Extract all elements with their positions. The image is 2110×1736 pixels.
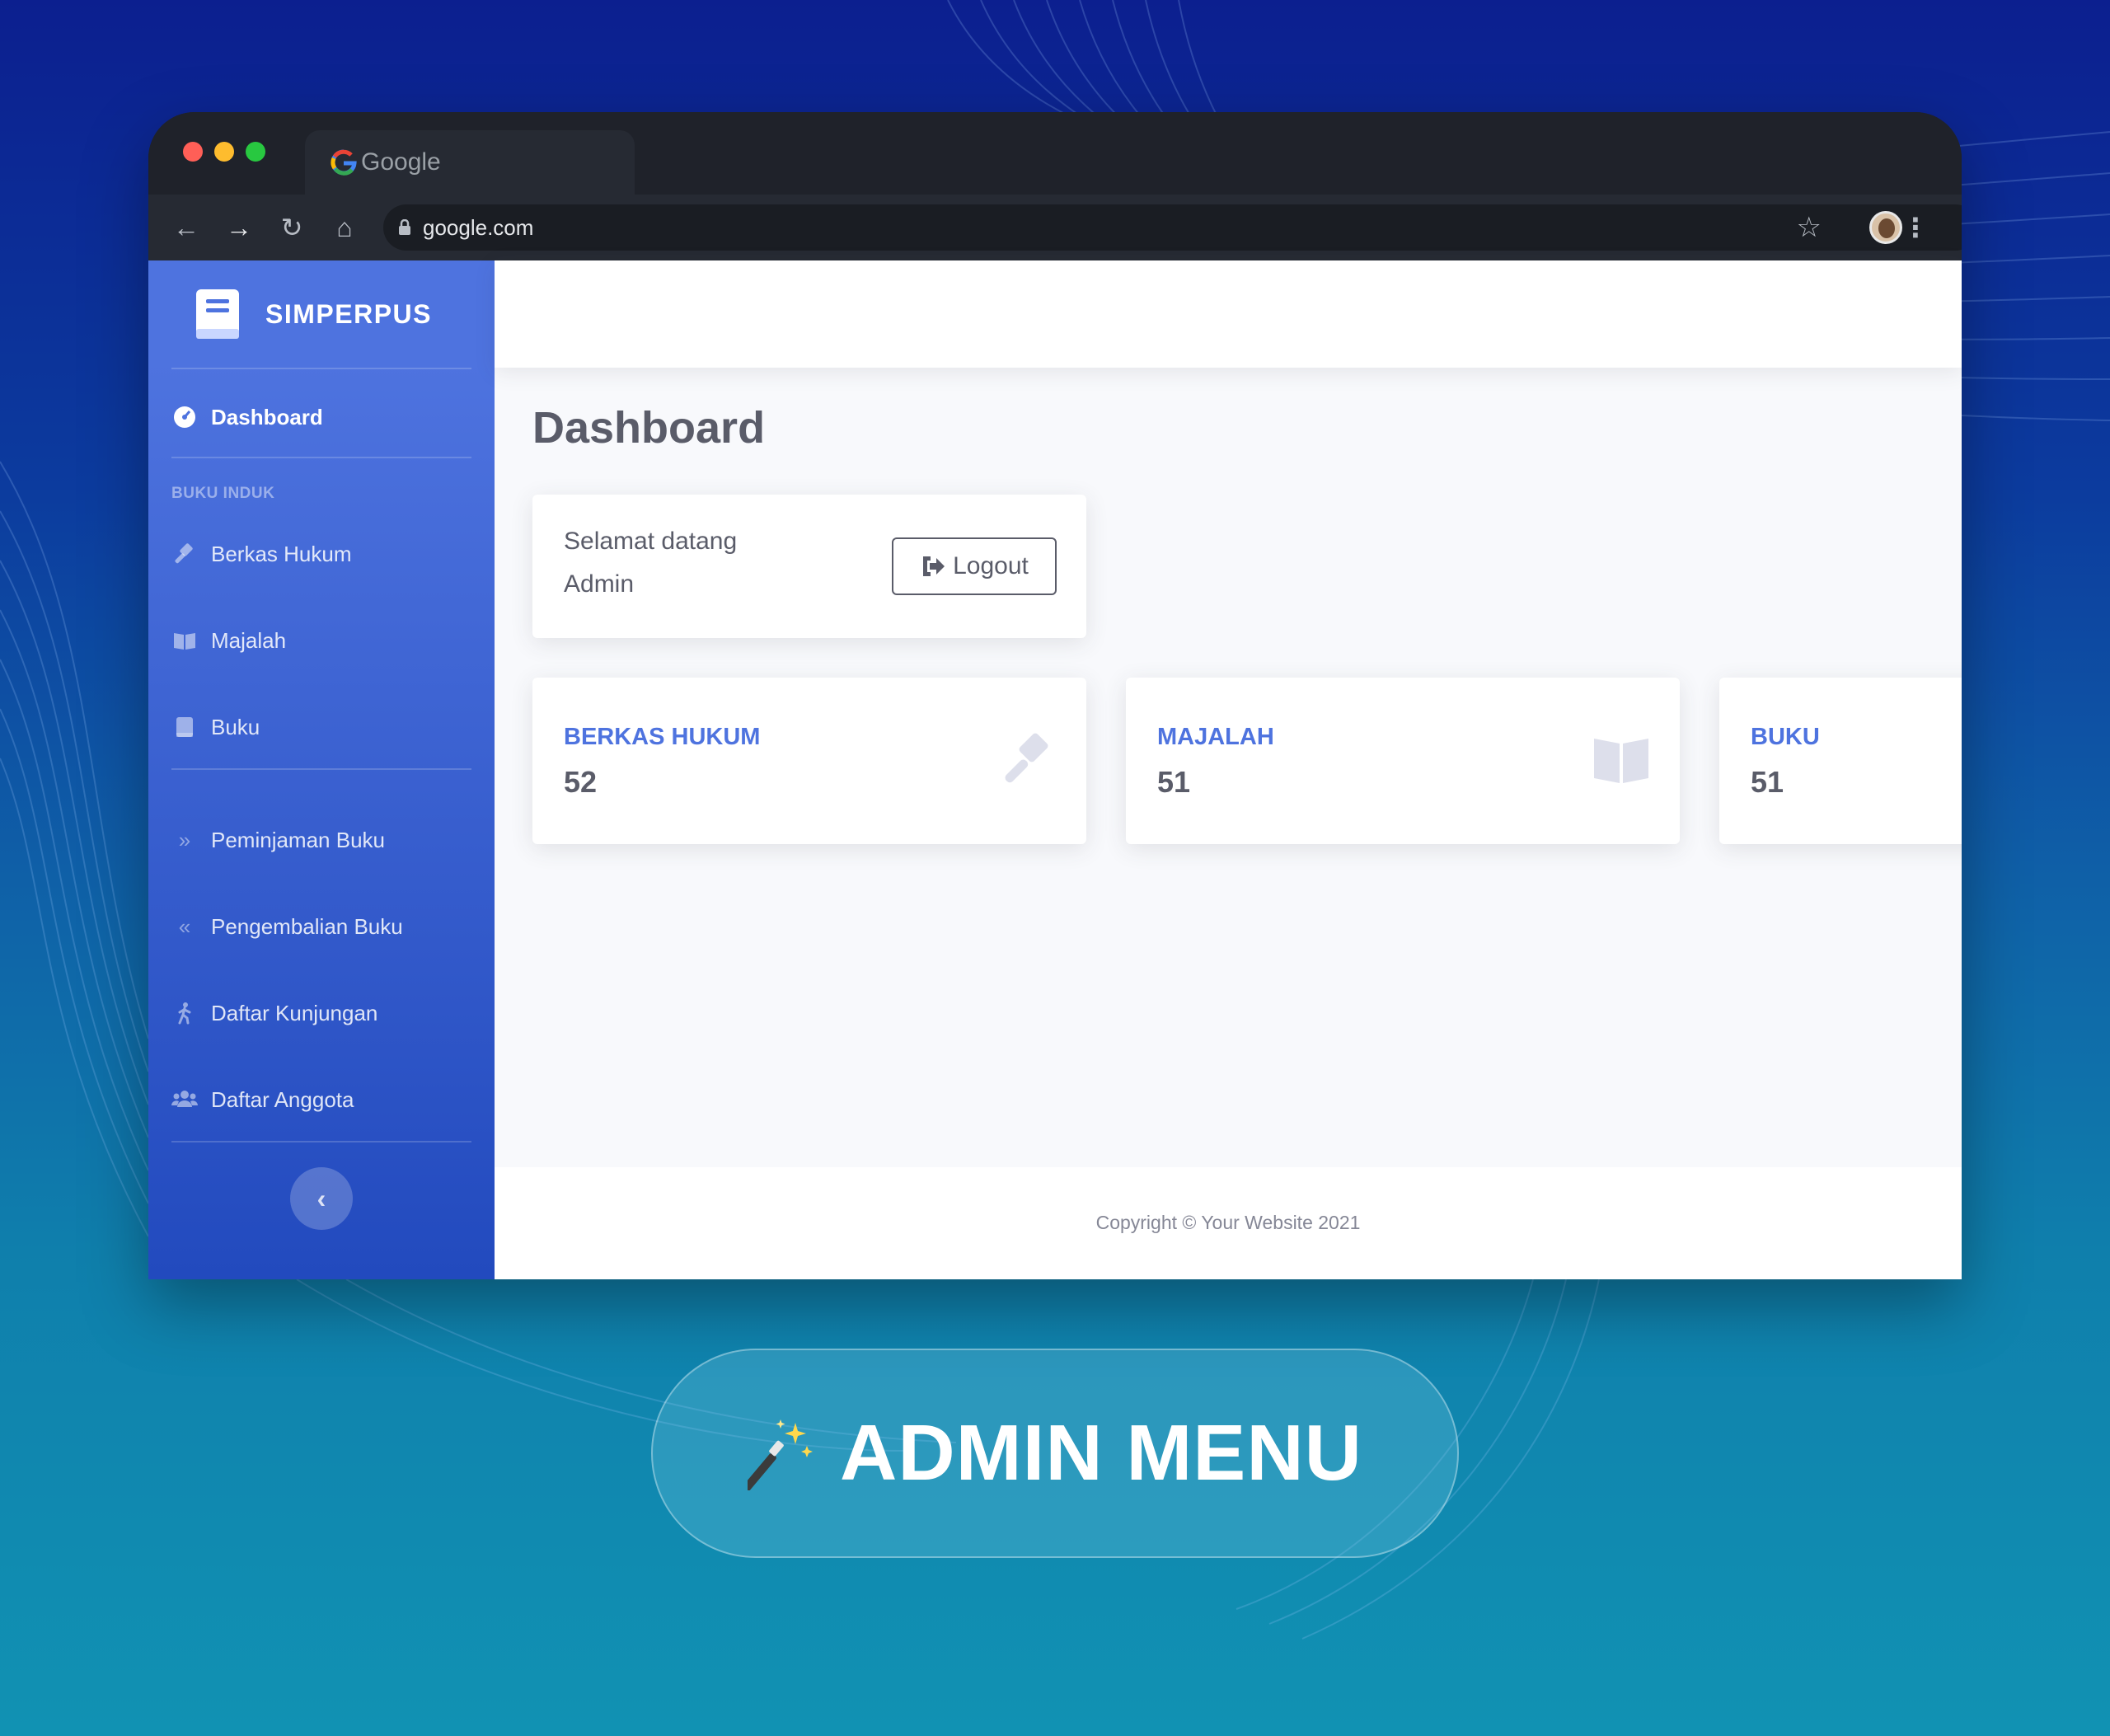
sidebar-divider xyxy=(171,457,471,458)
sidebar-heading: BUKU INDUK xyxy=(171,485,275,502)
users-icon xyxy=(171,1086,198,1113)
gavel-icon xyxy=(1005,733,1048,783)
sidebar-divider xyxy=(171,1141,471,1142)
topbar xyxy=(495,260,1962,368)
walking-icon xyxy=(171,1000,198,1026)
tab-title: Google xyxy=(361,148,441,176)
sidebar-item-label: Buku xyxy=(211,714,260,739)
minimize-window-button[interactable] xyxy=(214,142,234,162)
stat-title: BUKU xyxy=(1751,724,1820,750)
welcome-card: Selamat datang Admin Logout xyxy=(532,495,1086,638)
logout-label: Logout xyxy=(953,552,1029,579)
stat-title: BERKAS HUKUM xyxy=(564,724,761,750)
sidebar-item-label: Majalah xyxy=(211,627,287,653)
maximize-window-button[interactable] xyxy=(246,142,265,162)
app-root: SIMPERPUS Dashboard BUKU INDUK Berkas Hu… xyxy=(148,260,1962,1279)
sidebar-item-label: Daftar Anggota xyxy=(211,1086,354,1112)
sidebar-item-label: Peminjaman Buku xyxy=(211,827,385,852)
welcome-text: Selamat datang xyxy=(564,528,738,555)
tachometer-icon xyxy=(171,404,198,430)
sidebar-divider xyxy=(171,368,471,369)
sidebar-brand[interactable]: SIMPERPUS xyxy=(148,260,495,368)
double-chevron-right-icon: » xyxy=(178,827,191,852)
sidebar-item-dashboard[interactable]: Dashboard xyxy=(171,392,471,442)
sidebar-divider xyxy=(171,768,471,770)
browser-toolbar: ← → ↻ ⌂ google.com ☆ ⋮ xyxy=(148,195,1962,260)
double-chevron-left-icon: « xyxy=(178,913,191,939)
stat-card-buku[interactable]: BUKU 51 xyxy=(1719,678,1962,844)
footer: Copyright © Your Website 2021 xyxy=(495,1167,1962,1279)
magic-wand-icon xyxy=(748,1419,814,1490)
page-title: Dashboard xyxy=(532,403,766,453)
stat-title: MAJALAH xyxy=(1157,724,1274,750)
back-arrow-icon[interactable]: ← xyxy=(166,208,206,247)
sidebar-item-majalah[interactable]: Majalah xyxy=(171,616,471,665)
sidebar-toggle-button[interactable]: ‹ xyxy=(290,1167,353,1230)
stat-card-berkas-hukum[interactable]: BERKAS HUKUM 52 xyxy=(532,678,1086,844)
bookmark-star-icon[interactable]: ☆ xyxy=(1797,208,1822,247)
sidebar-item-label: Daftar Kunjungan xyxy=(211,1000,378,1025)
sidebar-item-pengembalian-buku[interactable]: « Pengembalian Buku xyxy=(171,902,471,951)
sidebar-item-daftar-anggota[interactable]: Daftar Anggota xyxy=(171,1075,471,1124)
sign-out-icon xyxy=(923,556,945,576)
copyright-text: Copyright © Your Website 2021 xyxy=(1095,1212,1361,1233)
logout-button[interactable]: Logout xyxy=(892,537,1057,595)
stat-value: 52 xyxy=(564,765,598,799)
reload-icon[interactable]: ↻ xyxy=(272,208,312,247)
google-logo-icon xyxy=(331,149,357,176)
stat-card-majalah[interactable]: MAJALAH 51 xyxy=(1126,678,1680,844)
browser-titlebar: Google xyxy=(148,112,1962,195)
stat-value: 51 xyxy=(1751,765,1784,799)
sidebar: SIMPERPUS Dashboard BUKU INDUK Berkas Hu… xyxy=(148,260,495,1279)
browser-tab[interactable]: Google xyxy=(305,130,635,195)
address-bar[interactable]: google.com xyxy=(383,204,1962,251)
sidebar-item-label: Pengembalian Buku xyxy=(211,913,403,939)
gavel-icon xyxy=(171,541,198,567)
lock-icon xyxy=(399,219,410,235)
sidebar-item-daftar-kunjungan[interactable]: Daftar Kunjungan xyxy=(171,988,471,1038)
welcome-username: Admin xyxy=(564,570,635,598)
caption-text: ADMIN MENU xyxy=(840,1409,1362,1497)
sidebar-item-label: Dashboard xyxy=(211,404,323,429)
book-open-icon xyxy=(171,627,198,654)
home-icon[interactable]: ⌂ xyxy=(325,208,364,247)
stat-value: 51 xyxy=(1157,765,1191,799)
address-text: google.com xyxy=(423,214,534,240)
profile-avatar[interactable] xyxy=(1869,211,1902,244)
browser-menu-icon[interactable]: ⋮ xyxy=(1902,208,1929,247)
sidebar-item-buku[interactable]: Buku xyxy=(171,702,471,752)
browser-window: Google ← → ↻ ⌂ google.com ☆ ⋮ SIMPERPUS … xyxy=(148,112,1962,1279)
sidebar-item-peminjaman-buku[interactable]: » Peminjaman Buku xyxy=(171,815,471,865)
book-open-icon xyxy=(1594,739,1648,783)
window-controls xyxy=(183,142,265,162)
book-icon xyxy=(171,714,198,740)
forward-arrow-icon[interactable]: → xyxy=(219,208,259,247)
book-logo-icon xyxy=(196,289,239,339)
caption-pill: ADMIN MENU xyxy=(651,1349,1459,1558)
sidebar-item-berkas-hukum[interactable]: Berkas Hukum xyxy=(171,529,471,579)
sidebar-item-label: Berkas Hukum xyxy=(211,541,352,566)
brand-name: SIMPERPUS xyxy=(265,298,432,329)
close-window-button[interactable] xyxy=(183,142,203,162)
